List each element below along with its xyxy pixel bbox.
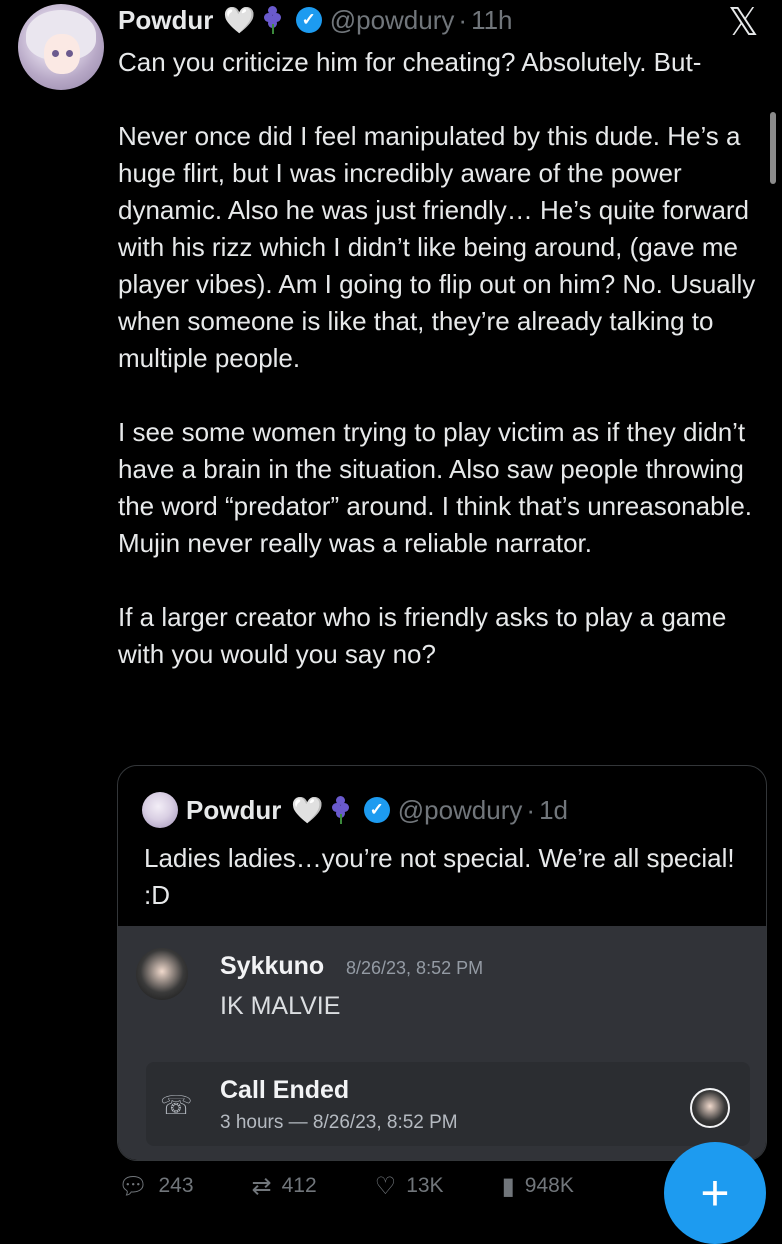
reply-icon: 💬︎: [118, 1172, 149, 1200]
like-button[interactable]: ♡ 13K: [375, 1172, 444, 1201]
avatar-face-shape: [44, 34, 80, 74]
views-button[interactable]: ▮ 948K: [502, 1172, 574, 1201]
reply-button[interactable]: 💬︎ 243: [118, 1172, 194, 1201]
author-handle[interactable]: @powdury: [330, 5, 455, 36]
tweet-time[interactable]: 11h: [471, 5, 512, 36]
tweet-header: Powdur 🤍 ✓ @powdury · 11h: [118, 2, 513, 38]
quote-text: Ladies ladies…you’re not special. We’re …: [144, 843, 735, 910]
repost-icon: ⇄: [251, 1172, 272, 1200]
tweet-paragraph: Never once did I feel manipulated by thi…: [118, 121, 756, 373]
tweet-paragraph: If a larger creator who is friendly asks…: [118, 602, 727, 669]
tweet-paragraph: Can you criticize him for cheating? Abso…: [118, 47, 702, 77]
quote-author-avatar: [142, 792, 178, 828]
call-subtitle: 3 hours — 8/26/23, 8:52 PM: [220, 1112, 458, 1133]
avatar-eye-left: [52, 50, 59, 57]
discord-screenshot-image: Sykkuno 8/26/23, 8:52 PM IK MALVIE ☏ Cal…: [118, 926, 766, 1160]
avatar-eye-right: [66, 50, 73, 57]
hyacinth-emoji-icon: [331, 796, 350, 824]
white-heart-emoji: 🤍: [223, 4, 256, 35]
scrollbar[interactable]: [770, 112, 776, 184]
author-avatar[interactable]: [18, 4, 104, 90]
repost-count: 412: [281, 1174, 317, 1197]
verified-badge-icon: ✓: [295, 7, 322, 33]
verified-badge-icon: ✓: [363, 797, 390, 823]
discord-user-avatar: [136, 948, 188, 1000]
author-name[interactable]: Powdur: [118, 5, 213, 36]
repost-button[interactable]: ⇄ 412: [252, 1172, 317, 1201]
quoted-tweet-card[interactable]: Powdur 🤍 ✓ @powdury · 1d Ladies ladies…y…: [117, 765, 767, 1161]
call-participant-avatar: [690, 1088, 730, 1128]
x-logo-icon[interactable]: 𝕏: [728, 0, 759, 44]
quote-author-handle: @powdury: [397, 794, 523, 825]
separator-dot: ·: [526, 794, 536, 825]
discord-username: Sykkuno: [220, 952, 325, 980]
call-title: Call Ended: [220, 1076, 350, 1104]
heart-icon: ♡: [374, 1172, 397, 1200]
compose-button[interactable]: +: [664, 1142, 766, 1244]
reply-count: 243: [158, 1174, 194, 1197]
views-count: 948K: [524, 1174, 574, 1197]
separator-dot: ·: [458, 4, 468, 35]
plus-icon: +: [700, 1165, 730, 1221]
like-count: 13K: [406, 1174, 444, 1197]
tweet-actions: 💬︎ 243 ⇄ 412 ♡ 13K ▮ 948K: [118, 1172, 678, 1200]
quote-author-name: Powdur: [186, 794, 282, 825]
phone-icon: ☏: [160, 1090, 193, 1120]
call-ended-box: ☏ Call Ended 3 hours — 8/26/23, 8:52 PM: [146, 1062, 750, 1146]
white-heart-emoji: 🤍: [291, 794, 324, 825]
quote-header: Powdur 🤍 ✓ @powdury · 1d: [142, 790, 568, 830]
discord-timestamp: 8/26/23, 8:52 PM: [346, 958, 484, 978]
tweet-paragraph: I see some women trying to play victim a…: [118, 417, 753, 558]
hyacinth-emoji-icon: [263, 6, 282, 34]
quote-time: 1d: [539, 794, 568, 825]
views-icon: ▮: [501, 1172, 515, 1200]
tweet-text: Can you criticize him for cheating? Abso…: [118, 44, 768, 673]
discord-message: IK MALVIE: [220, 992, 341, 1020]
